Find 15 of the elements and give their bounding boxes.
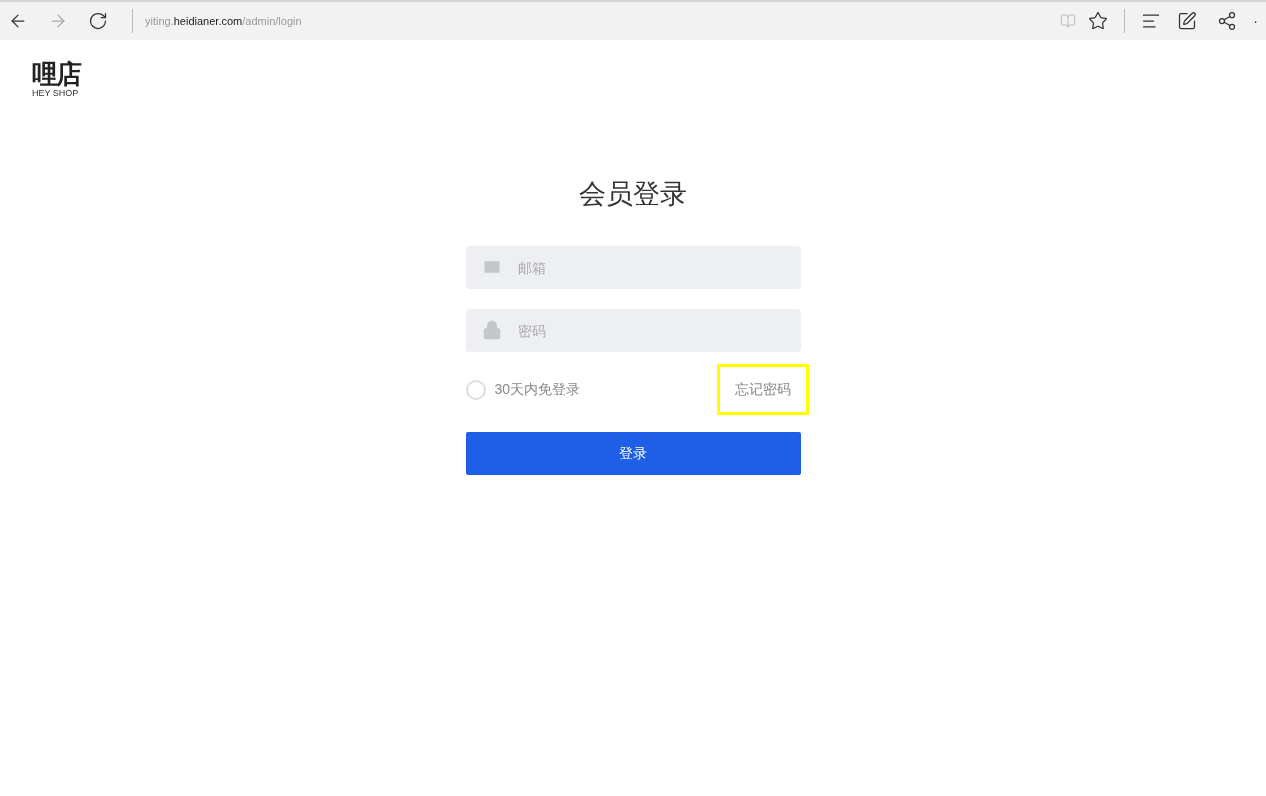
forgot-password-link[interactable]: 忘记密码	[716, 364, 809, 415]
email-field[interactable]: 邮箱	[465, 246, 801, 289]
logo-subtitle: HEY SHOP	[32, 88, 79, 98]
note-icon[interactable]	[1177, 11, 1198, 31]
share-icon[interactable]	[1217, 11, 1238, 31]
login-button[interactable]: 登录	[465, 432, 801, 475]
password-field[interactable]: 密码	[465, 309, 801, 352]
remember-label: 30天内免登录	[494, 380, 581, 399]
star-icon[interactable]	[1088, 11, 1109, 31]
refresh-icon[interactable]	[88, 11, 108, 31]
page-title: 会员登录	[579, 178, 687, 211]
address-bar-url[interactable]: yiting.heidianer.com/admin/login	[145, 12, 302, 30]
more-button[interactable]: ·	[1253, 11, 1258, 31]
logo-mark: 哩店	[32, 60, 80, 88]
remember-checkbox[interactable]	[465, 379, 486, 400]
